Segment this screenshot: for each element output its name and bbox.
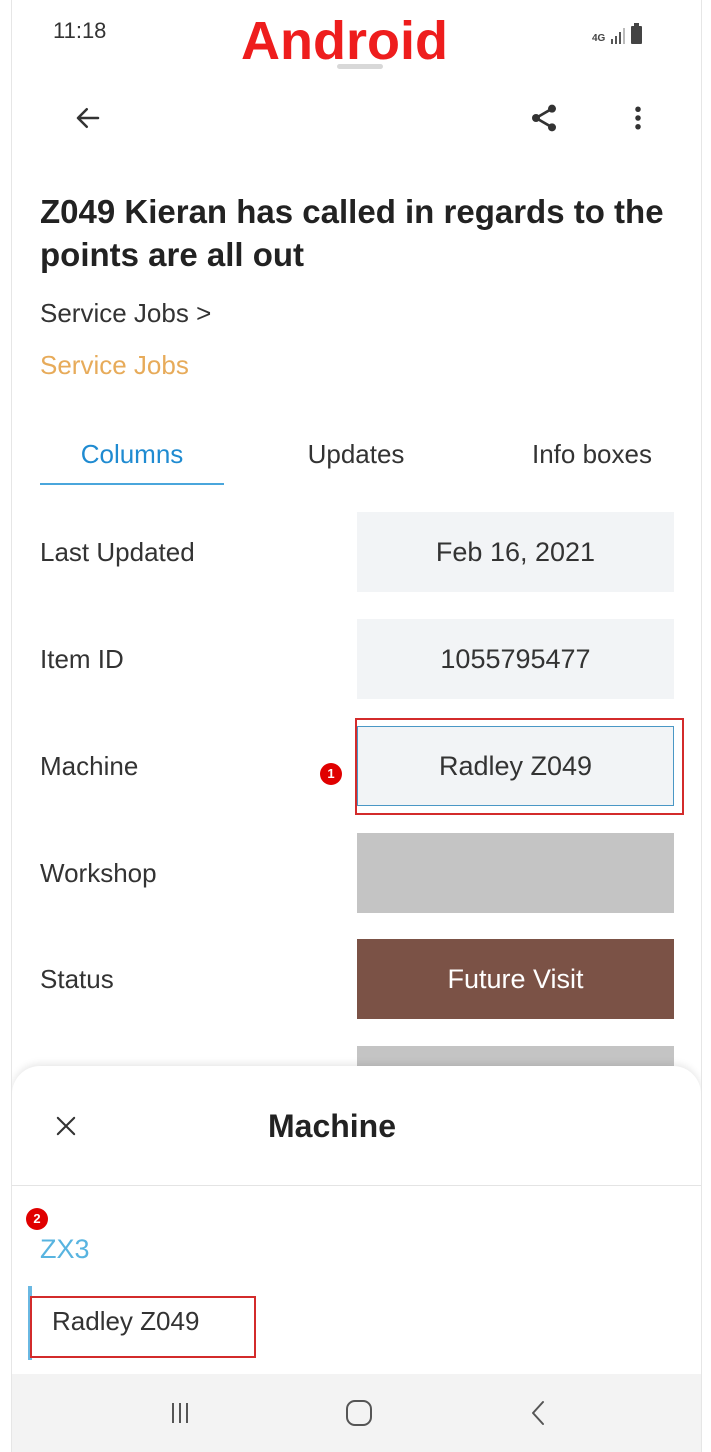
phone-screen: 11:18 Android 4G Z049 Kieran has called … xyxy=(11,0,702,1452)
camera-notch xyxy=(337,64,383,69)
signal-icon xyxy=(611,28,626,44)
more-options-button[interactable] xyxy=(618,98,658,138)
sheet-title: Machine xyxy=(267,1108,397,1144)
annotation-highlight-2 xyxy=(30,1296,256,1358)
tab-updates[interactable]: Updates xyxy=(296,432,416,486)
tab-columns[interactable]: Columns xyxy=(40,432,224,486)
breadcrumb[interactable]: Service Jobs > xyxy=(40,298,211,329)
column-value-workshop[interactable] xyxy=(357,833,674,913)
item-tabs: Columns Updates Info boxes xyxy=(40,432,680,486)
column-label-status: Status xyxy=(40,964,114,994)
back-button[interactable] xyxy=(68,98,108,138)
column-label-machine: Machine xyxy=(40,751,139,781)
arrow-left-icon xyxy=(76,108,100,128)
annotation-marker-1: 1 xyxy=(320,763,342,785)
nav-back-button[interactable] xyxy=(509,1388,569,1438)
column-value-item-id[interactable]: 1055795477 xyxy=(357,619,674,699)
battery-icon xyxy=(631,23,643,44)
column-label-workshop: Workshop xyxy=(40,858,157,888)
column-value-status[interactable]: Future Visit xyxy=(357,939,674,1019)
system-nav-bar xyxy=(12,1374,701,1452)
status-time: 11:18 xyxy=(53,18,107,43)
column-label-last-updated: Last Updated xyxy=(40,537,195,567)
network-type: 4G xyxy=(592,33,606,44)
annotation-marker-2: 2 xyxy=(26,1208,48,1230)
status-icons: 4G xyxy=(592,20,643,44)
back-chevron-icon xyxy=(532,1401,544,1425)
item-title: Z049 Kieran has called in regards to the… xyxy=(40,193,664,273)
recents-button[interactable] xyxy=(150,1388,210,1438)
more-vertical-icon xyxy=(635,106,641,130)
home-icon xyxy=(346,1400,372,1426)
tab-info-boxes[interactable]: Info boxes xyxy=(504,432,680,486)
recents-icon xyxy=(172,1403,188,1423)
column-value-last-updated[interactable]: Feb 16, 2021 xyxy=(357,512,674,592)
share-button[interactable] xyxy=(522,98,566,138)
sheet-divider xyxy=(12,1185,701,1186)
annotation-highlight-1 xyxy=(355,718,684,815)
option-group-name: ZX3 xyxy=(40,1234,90,1264)
column-label-item-id: Item ID xyxy=(40,644,124,674)
home-button[interactable] xyxy=(329,1388,389,1438)
board-link[interactable]: Service Jobs xyxy=(40,350,189,381)
share-icon xyxy=(532,104,556,132)
